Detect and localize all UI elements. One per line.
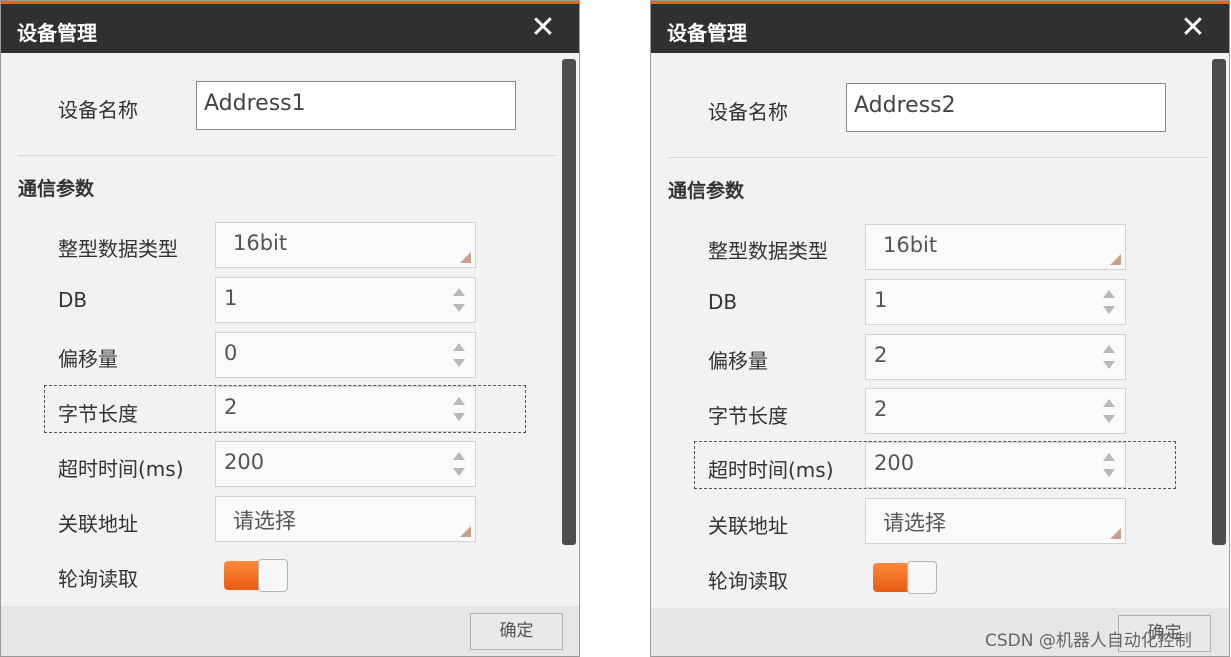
offset-label: 偏移量 [708, 349, 768, 373]
linked-address-label: 关联地址 [58, 512, 138, 536]
offset-value: 2 [874, 343, 888, 367]
db-label: DB [58, 288, 88, 312]
device-name-input[interactable]: Address2 [846, 83, 1166, 132]
linked-address-placeholder: 请选择 [233, 509, 296, 533]
dialog-titlebar: 设备管理 ✕ [1, 1, 579, 53]
offset-input[interactable]: 0 [215, 332, 476, 378]
toggle-knob [907, 561, 937, 594]
timeout-value: 200 [224, 450, 265, 474]
device-management-dialog-1: 设备管理 ✕ 设备名称 Address1 通信参数 整型数据类型 16bit D… [0, 0, 580, 657]
timeout-input[interactable]: 200 [215, 441, 476, 487]
dialog-title: 设备管理 [667, 21, 747, 45]
int-type-label: 整型数据类型 [708, 239, 828, 263]
spinner-arrows-icon[interactable] [1103, 397, 1115, 425]
linked-address-select[interactable]: 请选择 [865, 498, 1126, 544]
timeout-input[interactable]: 200 [865, 442, 1126, 488]
db-input[interactable]: 1 [865, 279, 1126, 325]
device-name-label: 设备名称 [58, 98, 138, 122]
byte-length-input[interactable]: 2 [865, 388, 1126, 434]
spinner-arrows-icon[interactable] [1103, 451, 1115, 479]
dropdown-corner-icon [1110, 528, 1121, 539]
watermark-text: CSDN @机器人自动化控制 [985, 631, 1192, 651]
polling-label: 轮询读取 [58, 567, 138, 591]
divider [18, 155, 557, 156]
device-name-input[interactable]: Address1 [196, 81, 516, 130]
device-name-label: 设备名称 [708, 100, 788, 124]
offset-label: 偏移量 [58, 347, 118, 371]
byte-length-value: 2 [874, 397, 888, 421]
dropdown-corner-icon [460, 526, 471, 537]
ok-button[interactable]: 确定 [470, 613, 563, 650]
close-icon[interactable]: ✕ [1179, 12, 1207, 44]
polling-toggle[interactable] [873, 561, 937, 595]
int-type-select[interactable]: 16bit [865, 224, 1126, 270]
offset-input[interactable]: 2 [865, 334, 1126, 380]
int-type-value: 16bit [883, 233, 938, 257]
db-label: DB [708, 290, 738, 314]
int-type-label: 整型数据类型 [58, 237, 178, 261]
int-type-value: 16bit [233, 231, 288, 255]
db-input[interactable]: 1 [215, 277, 476, 323]
device-management-dialog-2: 设备管理 ✕ 设备名称 Address2 通信参数 整型数据类型 16bit D… [650, 0, 1230, 657]
byte-length-label: 字节长度 [58, 402, 138, 426]
scrollbar[interactable] [1212, 59, 1226, 545]
offset-value: 0 [224, 341, 238, 365]
spinner-arrows-icon[interactable] [453, 450, 465, 478]
polling-toggle[interactable] [224, 559, 288, 593]
divider [668, 157, 1207, 158]
toggle-knob [258, 559, 288, 592]
spinner-arrows-icon[interactable] [453, 341, 465, 369]
timeout-label: 超时时间(ms) [708, 458, 834, 482]
int-type-select[interactable]: 16bit [215, 222, 476, 268]
byte-length-label: 字节长度 [708, 404, 788, 428]
byte-length-input[interactable]: 2 [215, 386, 476, 432]
spinner-arrows-icon[interactable] [453, 395, 465, 423]
db-value: 1 [874, 288, 888, 312]
linked-address-select[interactable]: 请选择 [215, 496, 476, 542]
spinner-arrows-icon[interactable] [1103, 288, 1115, 316]
dropdown-corner-icon [1110, 254, 1121, 265]
polling-label: 轮询读取 [708, 569, 788, 593]
section-title-comm-params: 通信参数 [668, 180, 745, 202]
linked-address-label: 关联地址 [708, 514, 788, 538]
linked-address-placeholder: 请选择 [883, 511, 946, 535]
spinner-arrows-icon[interactable] [1103, 343, 1115, 371]
dropdown-corner-icon [460, 252, 471, 263]
spinner-arrows-icon[interactable] [453, 286, 465, 314]
timeout-value: 200 [874, 451, 915, 475]
close-icon[interactable]: ✕ [529, 12, 557, 44]
scrollbar[interactable] [562, 59, 576, 545]
dialog-titlebar: 设备管理 ✕ [651, 1, 1229, 53]
timeout-label: 超时时间(ms) [58, 457, 184, 481]
section-title-comm-params: 通信参数 [18, 178, 95, 200]
db-value: 1 [224, 286, 238, 310]
byte-length-value: 2 [224, 395, 238, 419]
dialog-title: 设备管理 [17, 21, 97, 45]
